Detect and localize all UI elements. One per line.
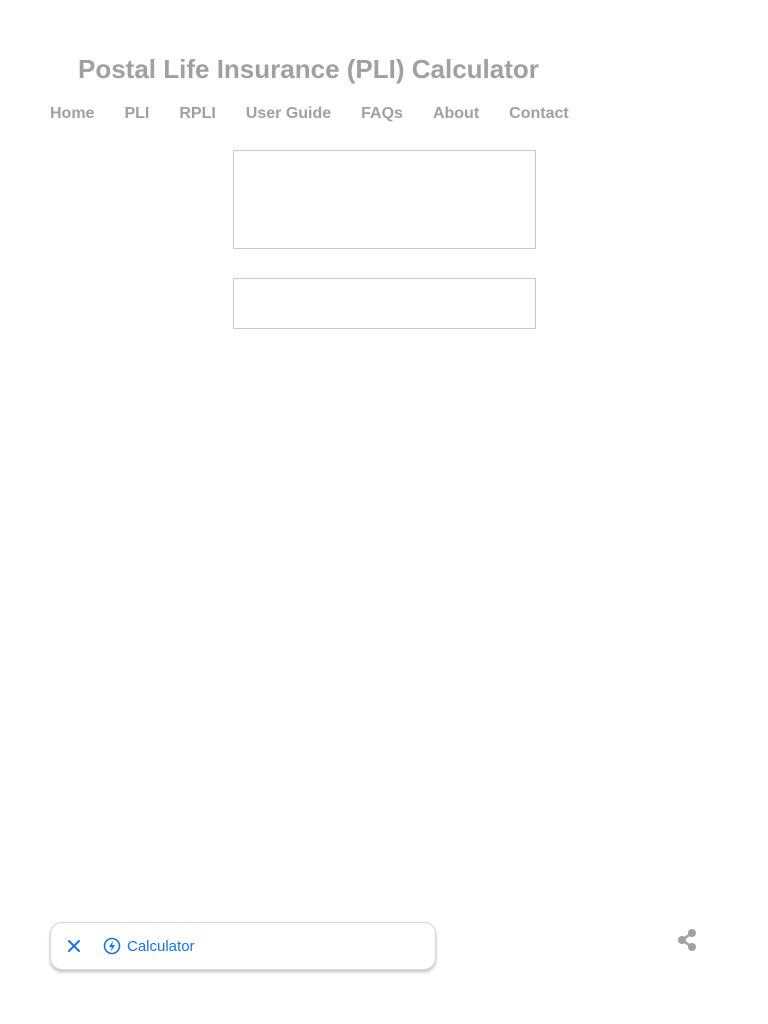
share-icon[interactable] — [676, 928, 698, 952]
calculator-link[interactable]: Calculator — [103, 937, 195, 955]
page: Postal Life Insurance (PLI) Calculator H… — [0, 0, 768, 1024]
page-title[interactable]: Postal Life Insurance (PLI) Calculator — [78, 54, 539, 85]
nav-item-contact[interactable]: Contact — [509, 105, 569, 123]
close-icon[interactable] — [65, 937, 83, 955]
nav-item-pli[interactable]: PLI — [124, 105, 149, 123]
content-placeholder-box — [233, 278, 536, 329]
ad-placeholder-box — [233, 150, 536, 249]
nav-item-rpli[interactable]: RPLI — [179, 105, 215, 123]
nav-item-user-guide[interactable]: User Guide — [246, 105, 331, 123]
bolt-circle-icon — [103, 937, 121, 955]
main-nav: Home PLI RPLI User Guide FAQs About Cont… — [50, 105, 569, 123]
bottom-chip-bar: Calculator — [50, 922, 436, 970]
calculator-label: Calculator — [127, 937, 195, 955]
nav-item-faqs[interactable]: FAQs — [361, 105, 403, 123]
nav-item-home[interactable]: Home — [50, 105, 94, 123]
nav-item-about[interactable]: About — [433, 105, 479, 123]
